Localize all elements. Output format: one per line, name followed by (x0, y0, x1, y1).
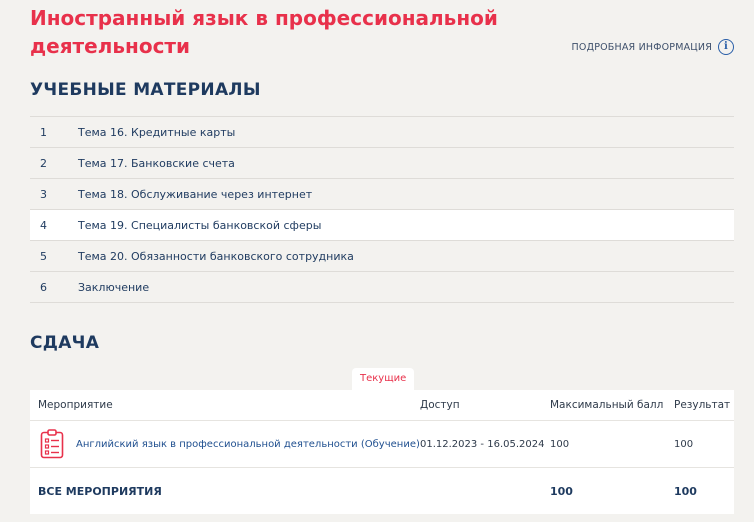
column-max-score: Максимальный балл (550, 399, 664, 411)
total-max-score: 100 (550, 484, 573, 498)
material-label: Тема 16. Кредитные карты (78, 125, 236, 139)
material-number: 1 (40, 125, 47, 139)
checklist-document-icon (40, 429, 64, 459)
material-number: 6 (40, 280, 47, 294)
details-label: ПОДРОБНАЯ ИНФОРМАЦИЯ (571, 41, 712, 53)
tab-current[interactable]: Текущие (352, 368, 415, 390)
details-link[interactable]: ПОДРОБНАЯ ИНФОРМАЦИЯ i (572, 39, 734, 55)
events-table-header: Мероприятие Доступ Максимальный балл Рез… (30, 390, 734, 421)
material-number: 3 (40, 187, 47, 201)
material-label: Заключение (78, 280, 150, 294)
material-item[interactable]: 2 Тема 17. Банковские счета (30, 148, 734, 179)
material-label: Тема 20. Обязанности банковского сотрудн… (78, 249, 354, 263)
material-number: 4 (40, 218, 47, 232)
material-number: 5 (40, 249, 47, 263)
column-event: Мероприятие (38, 399, 113, 411)
events-total-row: ВСЕ МЕРОПРИЯТИЯ 100 100 (30, 468, 734, 514)
material-label: Тема 19. Специалисты банковской сферы (78, 218, 322, 232)
event-result: 100 (674, 438, 694, 450)
material-item[interactable]: 3 Тема 18. Обслуживание через интернет (30, 179, 734, 210)
total-label: ВСЕ МЕРОПРИЯТИЯ (38, 484, 162, 498)
material-item[interactable]: 6 Заключение (30, 272, 734, 303)
event-access: 01.12.2023 - 16.05.2024 (420, 438, 545, 450)
event-max-score: 100 (550, 438, 570, 450)
event-cell: Английский язык в профессиональной деяте… (30, 429, 420, 459)
materials-list: 1 Тема 16. Кредитные карты 2 Тема 17. Ба… (30, 116, 734, 303)
events-table: Мероприятие Доступ Максимальный балл Рез… (30, 390, 734, 514)
total-result: 100 (674, 484, 697, 498)
submission-tabs: Текущие (30, 368, 734, 390)
table-row: Английский язык в профессиональной деяте… (30, 421, 734, 468)
event-link[interactable]: Английский язык в профессиональной деяте… (76, 439, 420, 450)
course-title: Иностранный язык в профессиональной деят… (30, 6, 498, 58)
column-result: Результат (674, 399, 731, 411)
material-number: 2 (40, 156, 47, 170)
materials-heading: УЧЕБНЫЕ МАТЕРИАЛЫ (30, 80, 261, 100)
material-item[interactable]: 1 Тема 16. Кредитные карты (30, 117, 734, 148)
column-access: Доступ (420, 399, 460, 411)
info-icon[interactable]: i (718, 39, 734, 55)
material-label: Тема 18. Обслуживание через интернет (78, 187, 313, 201)
material-item[interactable]: 5 Тема 20. Обязанности банковского сотру… (30, 241, 734, 272)
submission-heading: СДАЧА (30, 333, 100, 353)
material-label: Тема 17. Банковские счета (78, 156, 235, 170)
material-item[interactable]: 4 Тема 19. Специалисты банковской сферы (30, 210, 734, 241)
